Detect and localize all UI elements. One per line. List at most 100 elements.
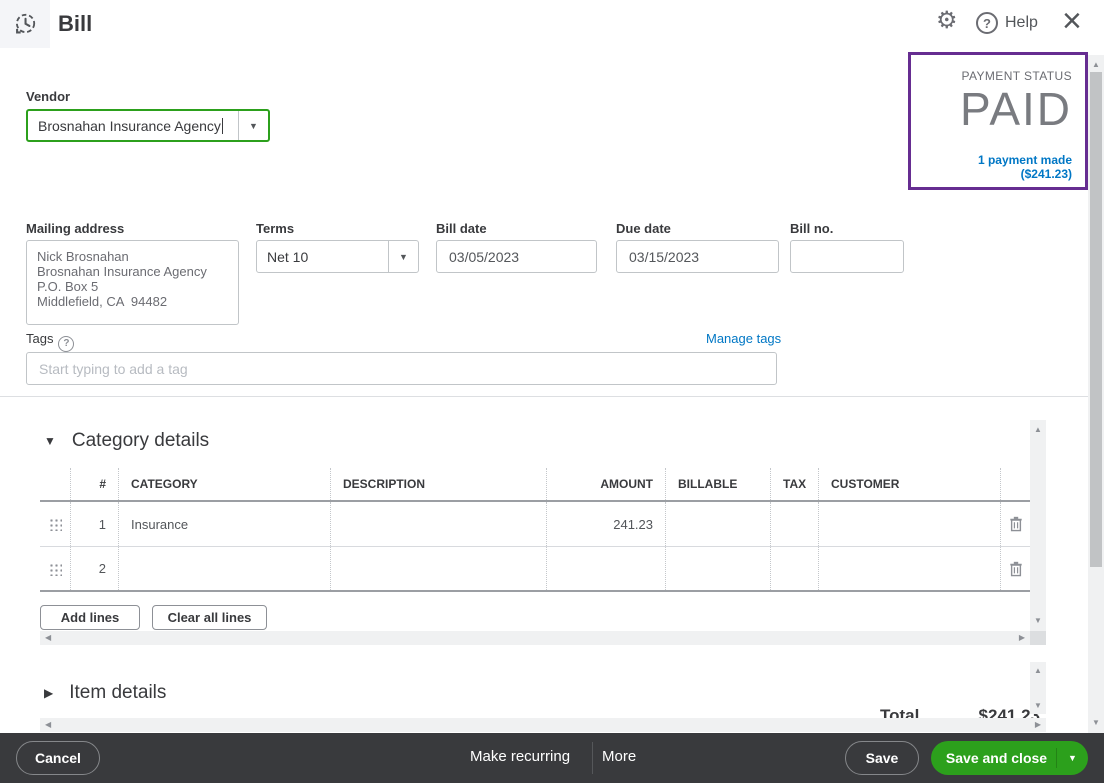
gear-icon[interactable]: ⚙	[936, 9, 958, 33]
footer-divider	[592, 742, 593, 774]
col-description: DESCRIPTION	[330, 468, 546, 500]
trash-icon	[1009, 516, 1023, 532]
tags-input[interactable]	[26, 352, 777, 385]
category-details-toggle[interactable]: ▼ Category details	[44, 430, 209, 452]
bill-no-field[interactable]	[790, 240, 904, 273]
category-vertical-scrollbar[interactable]: ▲ ▼	[1030, 420, 1046, 631]
scroll-left-icon[interactable]: ◀	[45, 721, 51, 729]
amount-cell[interactable]	[546, 547, 665, 590]
chevron-down-icon[interactable]: ▼	[1056, 748, 1088, 768]
clear-all-lines-button[interactable]: Clear all lines	[152, 605, 267, 630]
help-question-icon: ?	[976, 12, 998, 34]
vendor-select[interactable]: Brosnahan Insurance Agency ▼	[26, 109, 270, 142]
total-label: Total	[880, 706, 919, 718]
table-row: 2	[40, 547, 1030, 592]
tax-cell[interactable]	[770, 502, 818, 546]
total-row: Total $241.23	[860, 706, 1080, 718]
bill-date-field[interactable]	[436, 240, 597, 273]
save-button[interactable]: Save	[845, 741, 919, 775]
customer-cell[interactable]	[818, 502, 1000, 546]
text-cursor	[222, 118, 223, 134]
description-cell[interactable]	[330, 547, 546, 590]
vendor-label: Vendor	[26, 89, 70, 104]
payment-status-card: PAYMENT STATUS PAID 1 payment made ($241…	[908, 52, 1088, 190]
category-details-table: # CATEGORY DESCRIPTION AMOUNT BILLABLE T…	[40, 468, 1030, 592]
row-number: 2	[70, 547, 118, 590]
save-and-close-label: Save and close	[931, 750, 1056, 766]
scrollbar-corner	[1030, 631, 1046, 645]
category-cell[interactable]: Insurance	[118, 502, 330, 546]
billable-cell[interactable]	[665, 547, 770, 590]
make-recurring-button[interactable]: Make recurring	[470, 748, 570, 765]
tags-help-icon[interactable]: ?	[58, 336, 74, 352]
manage-tags-link[interactable]: Manage tags	[706, 331, 781, 346]
cancel-button[interactable]: Cancel	[16, 741, 100, 775]
scroll-up-icon[interactable]: ▲	[1034, 426, 1042, 434]
col-billable: BILLABLE	[665, 468, 770, 500]
billable-cell[interactable]	[665, 502, 770, 546]
bill-date-label: Bill date	[436, 221, 487, 236]
scroll-down-icon[interactable]: ▼	[1034, 702, 1042, 710]
item-vertical-scrollbar[interactable]: ▲ ▼	[1030, 662, 1046, 714]
triangle-right-icon: ▶	[44, 686, 53, 700]
mailing-address-field[interactable]: Nick Brosnahan Brosnahan Insurance Agenc…	[26, 240, 239, 325]
scroll-up-icon[interactable]: ▲	[1092, 61, 1100, 69]
terms-select[interactable]: Net 10 ▼	[256, 240, 419, 273]
item-details-toggle[interactable]: ▶ Item details	[44, 682, 166, 704]
bill-window: Bill ⚙ ? Help × PAYMENT STATUS PAID 1 pa…	[0, 0, 1104, 783]
vendor-value: Brosnahan Insurance Agency	[38, 118, 221, 134]
add-lines-button[interactable]: Add lines	[40, 605, 140, 630]
help-button[interactable]: ? Help	[976, 12, 1038, 34]
due-date-label: Due date	[616, 221, 671, 236]
scroll-up-icon[interactable]: ▲	[1034, 667, 1042, 675]
bill-no-label: Bill no.	[790, 221, 833, 236]
tags-label: Tags?	[26, 331, 74, 352]
triangle-down-icon: ▼	[44, 434, 56, 448]
delete-row-button[interactable]	[1000, 502, 1030, 546]
mailing-address-label: Mailing address	[26, 221, 124, 236]
bottom-horizontal-scrollbar[interactable]: ◀ ▶	[40, 718, 1046, 732]
col-num: #	[70, 468, 118, 500]
history-clock-icon	[12, 11, 38, 37]
table-header-row: # CATEGORY DESCRIPTION AMOUNT BILLABLE T…	[40, 468, 1030, 502]
action-column-header	[1000, 468, 1030, 500]
item-details-title: Item details	[69, 682, 166, 704]
recent-transactions-button[interactable]	[0, 0, 50, 48]
payment-status-label: PAYMENT STATUS	[924, 69, 1072, 83]
more-button[interactable]: More	[602, 748, 636, 765]
col-tax: TAX	[770, 468, 818, 500]
payments-made-link[interactable]: 1 payment made ($241.23)	[924, 153, 1072, 181]
save-and-close-button[interactable]: Save and close ▼	[931, 741, 1088, 775]
drag-column-header	[40, 468, 70, 500]
delete-row-button[interactable]	[1000, 547, 1030, 590]
help-label: Help	[1005, 14, 1038, 32]
terms-label: Terms	[256, 221, 294, 236]
scroll-right-icon[interactable]: ▶	[1035, 721, 1041, 729]
drag-handle-icon[interactable]	[40, 547, 70, 590]
chevron-down-icon[interactable]: ▼	[238, 111, 268, 140]
trash-icon	[1009, 561, 1023, 577]
terms-value: Net 10	[257, 241, 388, 272]
scroll-down-icon[interactable]: ▼	[1034, 617, 1042, 625]
customer-cell[interactable]	[818, 547, 1000, 590]
category-horizontal-scrollbar[interactable]: ◀ ▶	[40, 631, 1030, 645]
due-date-field[interactable]	[616, 240, 779, 273]
table-row: 1 Insurance 241.23	[40, 502, 1030, 547]
category-cell[interactable]	[118, 547, 330, 590]
payment-status-value: PAID	[924, 85, 1072, 133]
scrollbar-thumb[interactable]	[1090, 72, 1102, 567]
scroll-down-icon[interactable]: ▼	[1092, 719, 1100, 727]
section-divider	[0, 396, 1088, 397]
tax-cell[interactable]	[770, 547, 818, 590]
drag-handle-icon[interactable]	[40, 502, 70, 546]
description-cell[interactable]	[330, 502, 546, 546]
page-scrollbar[interactable]: ▲ ▼	[1088, 55, 1104, 733]
chevron-down-icon[interactable]: ▼	[388, 241, 418, 272]
scroll-left-icon[interactable]: ◀	[45, 634, 51, 642]
amount-cell[interactable]: 241.23	[546, 502, 665, 546]
page-title: Bill	[58, 11, 92, 37]
footer-toolbar: Cancel Make recurring More Save Save and…	[0, 733, 1104, 783]
scroll-right-icon[interactable]: ▶	[1019, 634, 1025, 642]
col-amount: AMOUNT	[546, 468, 665, 500]
close-icon[interactable]: ×	[1062, 2, 1082, 41]
